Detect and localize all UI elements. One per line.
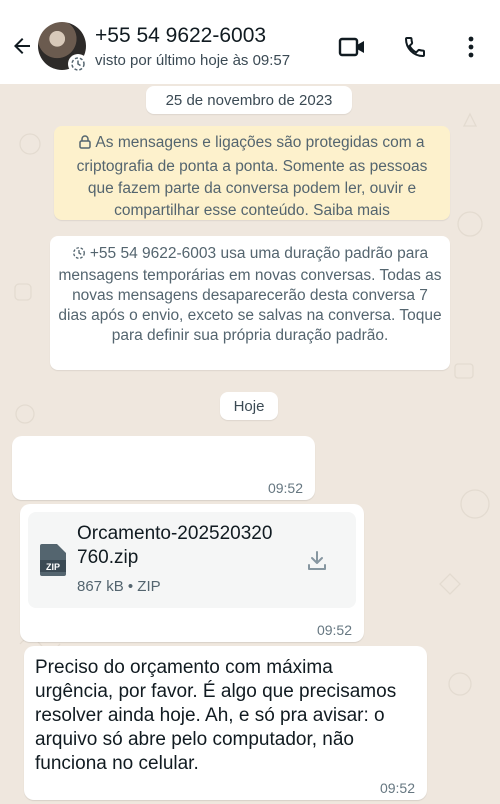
timer-icon — [72, 246, 86, 266]
encryption-notice[interactable]: As mensagens e ligações são protegidas c… — [54, 126, 450, 220]
today-separator: Hoje — [220, 392, 278, 420]
status-bar — [0, 0, 500, 10]
file-name-line-1: Orcamento-202520320 — [77, 523, 273, 544]
lock-icon — [79, 134, 92, 156]
file-name: Orcamento-202520320 760.zip — [77, 522, 297, 570]
temporary-messages-notice[interactable]: +55 54 9622-6003 usa uma duração padrão … — [50, 236, 450, 370]
message-bubble[interactable]: 09:52 — [12, 436, 315, 500]
chat-header: +55 54 9622-6003 visto por último hoje à… — [0, 10, 500, 84]
phone-icon[interactable] — [400, 32, 430, 62]
download-icon[interactable] — [302, 546, 332, 576]
zip-file-icon: ZIP — [40, 544, 66, 576]
video-call-icon[interactable] — [337, 32, 367, 62]
contact-name[interactable]: +55 54 9622-6003 — [95, 24, 266, 48]
file-attachment[interactable]: ZIP Orcamento-202520320 760.zip 867 kB •… — [28, 512, 356, 608]
zip-badge: ZIP — [46, 562, 60, 572]
file-meta: 867 kB • ZIP — [77, 578, 161, 595]
date-separator: 25 de novembro de 2023 — [146, 86, 352, 114]
last-seen-status: visto por último hoje às 09:57 — [95, 52, 291, 69]
message-text: Preciso do orçamento com máxima urgência… — [35, 657, 397, 774]
file-message-bubble[interactable]: ZIP Orcamento-202520320 760.zip 867 kB •… — [20, 504, 364, 642]
more-options-icon[interactable] — [456, 32, 486, 62]
message-time: 09:52 — [316, 622, 352, 638]
message-time: 09:52 — [267, 480, 303, 496]
chat-area[interactable]: 25 de novembro de 2023 As mensagens e li… — [0, 84, 500, 804]
file-name-line-2: 760.zip — [77, 547, 139, 568]
message-time: 09:52 — [379, 780, 415, 796]
temporary-notice-text: +55 54 9622-6003 usa uma duração padrão … — [58, 245, 442, 344]
message-bubble[interactable]: Preciso do orçamento com máxima urgência… — [24, 646, 427, 800]
encryption-notice-text: As mensagens e ligações são protegidas c… — [76, 134, 428, 219]
timer-icon — [68, 54, 88, 74]
back-arrow-icon[interactable] — [8, 32, 36, 60]
